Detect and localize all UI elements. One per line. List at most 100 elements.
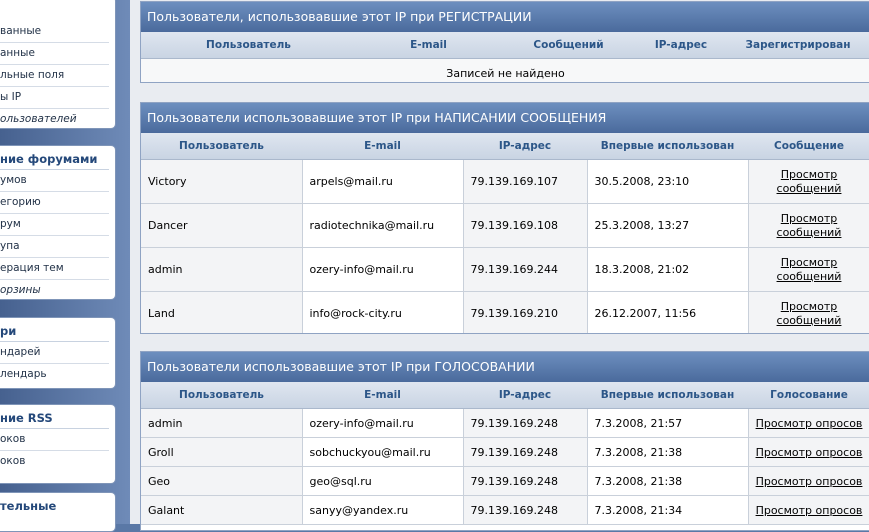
cell-email: sanyy@yandex.ru	[302, 495, 464, 525]
posting-panel: Пользователи использовавшие этот IP при …	[140, 102, 869, 334]
cell-email: ozery-info@mail.ru	[302, 247, 464, 292]
link-line: сообщений	[776, 269, 842, 283]
cell-ip: 79.139.169.244	[463, 247, 588, 292]
cell-voting: Просмотр опросов	[748, 495, 869, 525]
table-row: Dancer radiotechnika@mail.ru 79.139.169.…	[141, 203, 869, 248]
sidebar-item[interactable]: орзины	[0, 280, 109, 301]
cell-voting: Просмотр опросов	[748, 408, 869, 438]
cell-user: admin	[141, 247, 303, 292]
cell-user: Geo	[141, 466, 303, 496]
sidebar-box-title: ри	[0, 318, 109, 342]
cell-first-used: 18.3.2008, 21:02	[587, 247, 749, 292]
sidebar-item[interactable]: оков	[0, 451, 109, 472]
cell-first-used: 7.3.2008, 21:38	[587, 437, 749, 467]
cell-message: Просмотр сообщений	[748, 291, 869, 333]
cell-email: radiotechnika@mail.ru	[302, 203, 464, 248]
cell-message: Просмотр сообщений	[748, 247, 869, 292]
col-header-ip: IP-адрес	[636, 32, 726, 59]
admin-sidebar: ванные анные льные поля ы IP ользователе…	[0, 0, 130, 532]
cell-first-used: 26.12.2007, 11:56	[587, 291, 749, 333]
table-row: Geo geo@sql.ru 79.139.169.248 7.3.2008, …	[141, 466, 869, 496]
cell-message: Просмотр сообщений	[748, 159, 869, 204]
cell-ip: 79.139.169.248	[463, 408, 588, 438]
voting-panel: Пользователи использовавшие этот IP при …	[140, 351, 869, 531]
view-polls-link[interactable]: Просмотр опросов	[756, 417, 863, 430]
sidebar-item[interactable]: оков	[0, 429, 109, 451]
col-header-voting: Голосование	[748, 382, 869, 409]
sidebar-item[interactable]: льные поля	[0, 65, 109, 87]
link-line: сообщений	[776, 313, 842, 327]
view-polls-link[interactable]: Просмотр опросов	[756, 504, 863, 517]
cell-user: admin	[141, 408, 303, 438]
col-header-user: Пользователь	[141, 133, 302, 160]
view-messages-link[interactable]: Просмотр сообщений	[777, 256, 842, 283]
sidebar-box-title: тельные	[0, 499, 57, 513]
sidebar-item[interactable]: упа	[0, 236, 109, 258]
cell-email: arpels@mail.ru	[302, 159, 464, 204]
cell-email: ozery-info@mail.ru	[302, 408, 464, 438]
col-header-ip: IP-адрес	[463, 382, 587, 409]
sidebar-box-calendars: ри ндарей лендарь	[0, 317, 116, 389]
col-header-email: E-mail	[302, 382, 463, 409]
sidebar-item[interactable]: ерация тем	[0, 258, 109, 280]
cell-message: Просмотр сообщений	[748, 203, 869, 248]
col-header-posts: Сообщений	[501, 32, 636, 59]
empty-message: Записей не найдено	[141, 58, 869, 82]
cell-first-used: 25.3.2008, 13:27	[587, 203, 749, 248]
link-line: Просмотр	[780, 255, 838, 269]
table-row: Land info@rock-city.ru 79.139.169.210 26…	[141, 291, 869, 333]
cell-email: geo@sql.ru	[302, 466, 464, 496]
sidebar-item[interactable]: рум	[0, 214, 109, 236]
cell-user: Groll	[141, 437, 303, 467]
link-line: сообщений	[776, 181, 842, 195]
link-line: сообщений	[776, 225, 842, 239]
table-row: Victory arpels@mail.ru 79.139.169.107 30…	[141, 159, 869, 204]
col-header-ip: IP-адрес	[463, 133, 587, 160]
col-header-email: E-mail	[356, 32, 501, 59]
main-content: Пользователи, использовавшие этот IP при…	[130, 0, 869, 531]
registration-panel: Пользователи, использовавшие этот IP при…	[140, 1, 869, 83]
sidebar-box-title: ние форумами	[0, 146, 109, 170]
cell-first-used: 30.5.2008, 23:10	[587, 159, 749, 204]
posting-table: Пользователь E-mail IP-адрес Впервые исп…	[141, 133, 869, 333]
view-messages-link[interactable]: Просмотр сообщений	[777, 212, 842, 239]
link-line: Просмотр	[780, 167, 838, 181]
view-messages-link[interactable]: Просмотр сообщений	[777, 300, 842, 327]
sidebar-item[interactable]: ванные	[0, 21, 109, 43]
view-polls-link[interactable]: Просмотр опросов	[756, 446, 863, 459]
voting-title: Пользователи использовавшие этот IP при …	[141, 352, 869, 382]
cell-ip: 79.139.169.248	[463, 495, 588, 525]
sidebar-item[interactable]: ндарей	[0, 342, 109, 364]
cell-first-used: 7.3.2008, 21:34	[587, 495, 749, 525]
sidebar-box-title: ние RSS	[0, 405, 109, 429]
registration-title: Пользователи, использовавшие этот IP при…	[141, 2, 869, 32]
cell-email: sobchuckyou@mail.ru	[302, 437, 464, 467]
col-header-user: Пользователь	[141, 32, 356, 59]
table-row: Groll sobchuckyou@mail.ru 79.139.169.248…	[141, 437, 869, 467]
cell-ip: 79.139.169.107	[463, 159, 588, 204]
sidebar-box-forums: ние форумами умов егорию рум упа ерация …	[0, 145, 116, 300]
sidebar-item[interactable]: ользователей	[0, 109, 109, 130]
sidebar-box-users: ванные анные льные поля ы IP ользователе…	[0, 0, 116, 129]
col-header-user: Пользователь	[141, 382, 302, 409]
cell-user: Victory	[141, 159, 303, 204]
cell-ip: 79.139.169.248	[463, 466, 588, 496]
voting-table: Пользователь E-mail IP-адрес Впервые исп…	[141, 382, 869, 525]
cell-first-used: 7.3.2008, 21:57	[587, 408, 749, 438]
table-row: admin ozery-info@mail.ru 79.139.169.248 …	[141, 408, 869, 438]
view-messages-link[interactable]: Просмотр сообщений	[777, 168, 842, 195]
sidebar-box-extra: тельные	[0, 492, 116, 532]
sidebar-item[interactable]: егорию	[0, 192, 109, 214]
cell-user: Galant	[141, 495, 303, 525]
sidebar-item[interactable]: умов	[0, 170, 109, 192]
registration-table: Пользователь E-mail Сообщений IP-адрес З…	[141, 32, 869, 82]
sidebar-item[interactable]: ы IP	[0, 87, 109, 109]
cell-first-used: 7.3.2008, 21:38	[587, 466, 749, 496]
cell-email: info@rock-city.ru	[302, 291, 464, 333]
table-row: Galant sanyy@yandex.ru 79.139.169.248 7.…	[141, 495, 869, 525]
cell-voting: Просмотр опросов	[748, 437, 869, 467]
sidebar-item[interactable]: лендарь	[0, 364, 109, 385]
cell-ip: 79.139.169.210	[463, 291, 588, 333]
view-polls-link[interactable]: Просмотр опросов	[756, 475, 863, 488]
sidebar-item[interactable]: анные	[0, 43, 109, 65]
